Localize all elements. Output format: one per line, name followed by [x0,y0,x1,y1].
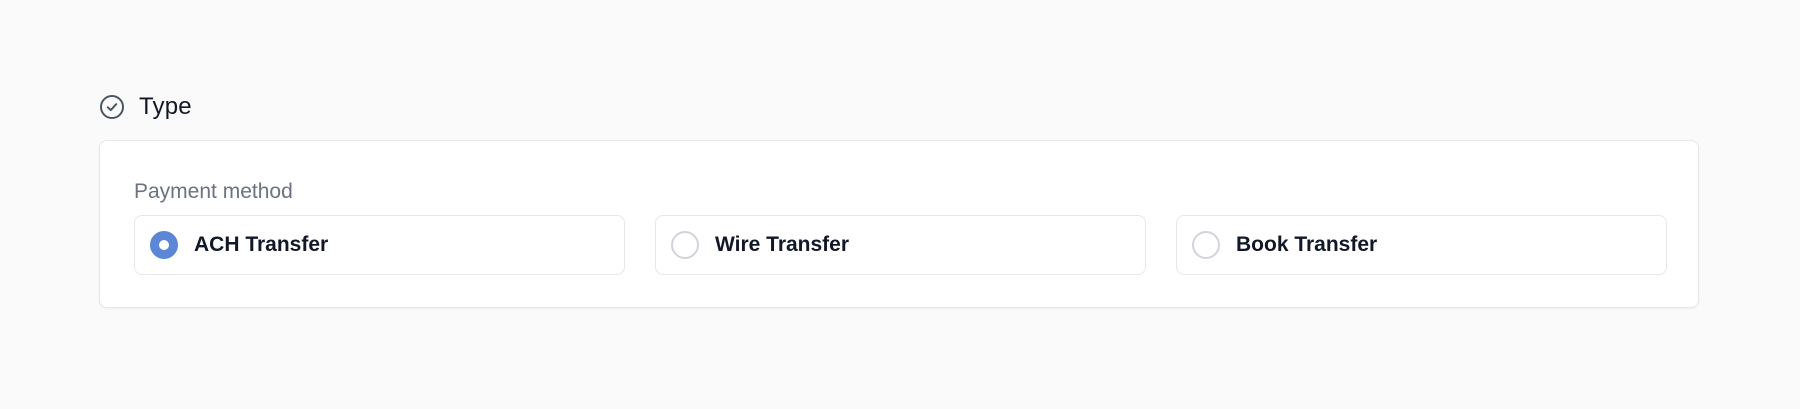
payment-method-label: Payment method [134,180,293,203]
radio-option-wire-transfer[interactable]: Wire Transfer [655,215,1146,275]
radio-option-label: Book Transfer [1236,233,1378,256]
payment-method-card: Payment method ACH Transfer Wire Transfe… [99,140,1699,308]
type-section: Type Payment method ACH Transfer Wire Tr… [99,91,1701,308]
check-circle-icon [99,94,125,120]
radio-button[interactable] [671,231,699,259]
radio-button[interactable] [1192,231,1220,259]
radio-option-book-transfer[interactable]: Book Transfer [1176,215,1667,275]
section-title: Type [139,93,192,120]
radio-option-label: ACH Transfer [194,233,329,256]
radio-option-label: Wire Transfer [715,233,850,256]
section-header: Type [99,91,1701,123]
radio-button-checked[interactable] [150,231,178,259]
radio-option-ach-transfer[interactable]: ACH Transfer [134,215,625,275]
payment-method-radio-group: ACH Transfer Wire Transfer Book Transfer [134,215,1667,275]
